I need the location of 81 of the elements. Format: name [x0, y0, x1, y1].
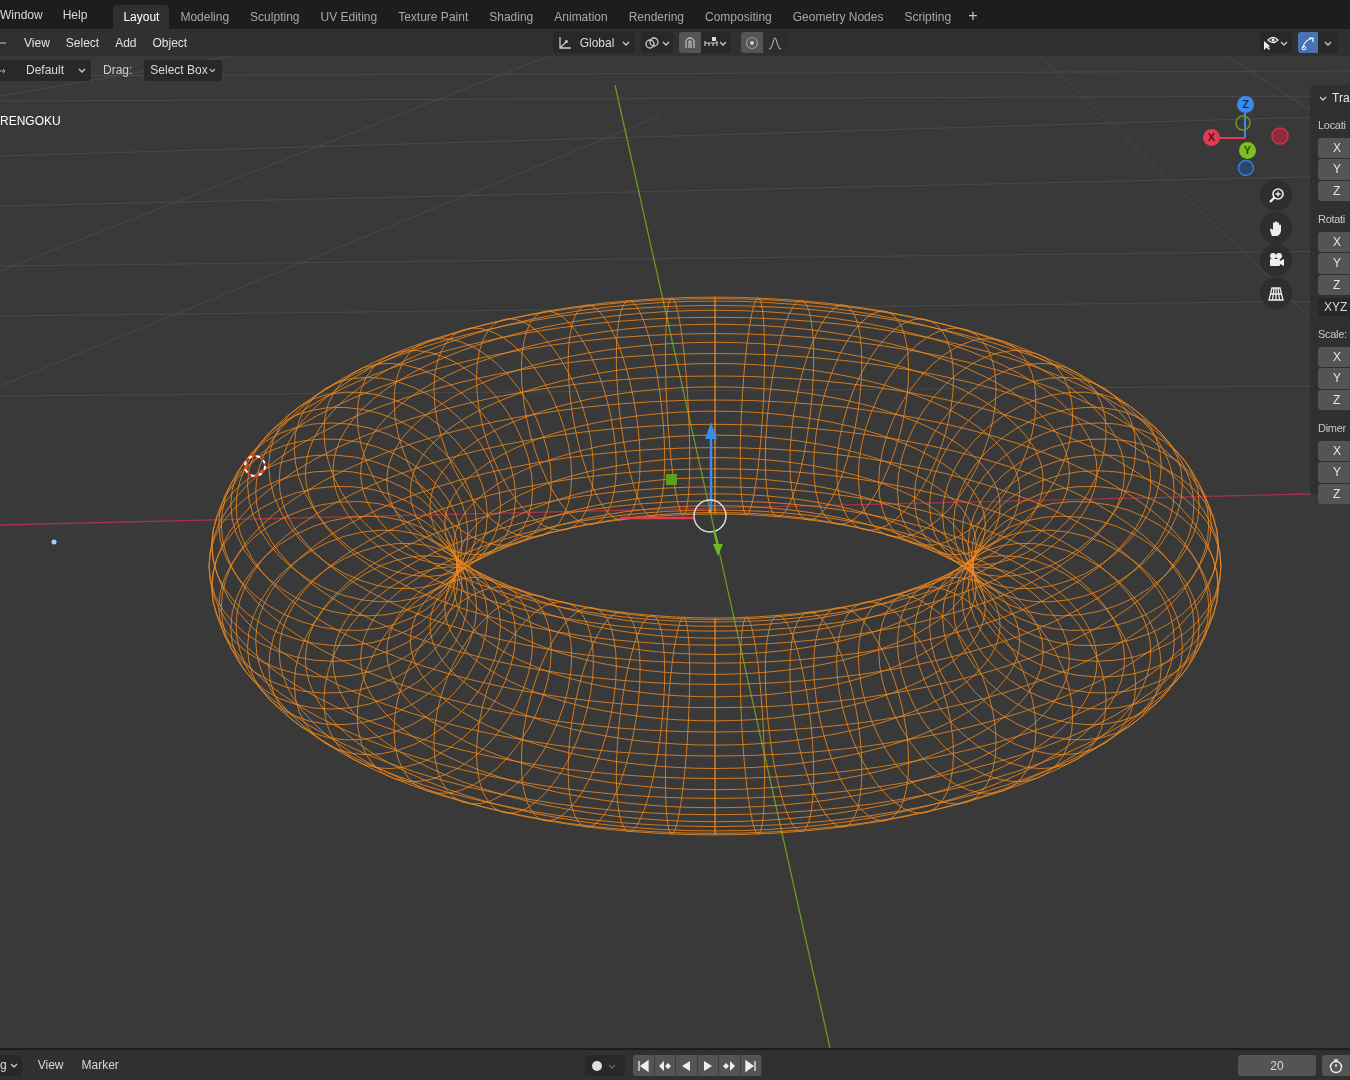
editor-mode-dropdown[interactable]: g: [0, 1054, 22, 1076]
cursor-3d-icon: [244, 455, 266, 477]
rotation-mode-dropdown[interactable]: XYZ: [1318, 298, 1350, 316]
menu-item[interactable]: Object: [144, 33, 196, 52]
number-field[interactable]: X: [1318, 346, 1350, 367]
workspace-tab[interactable]: Layout: [113, 5, 170, 29]
navigation-button[interactable]: [1260, 211, 1292, 244]
drag-dropdown[interactable]: Select Box: [144, 59, 223, 81]
menu-item[interactable]: View: [33, 1056, 68, 1074]
workspace-tab[interactable]: Shading: [479, 5, 544, 29]
falloff-curve-icon: [768, 35, 784, 50]
orientation-dropdown[interactable]: Default: [0, 59, 91, 81]
field-label: Drag:: [103, 62, 133, 79]
number-field[interactable]: Z: [1318, 274, 1350, 295]
workspace-tab[interactable]: Compositing: [695, 5, 782, 29]
camera-icon: [1267, 251, 1285, 269]
current-frame-field[interactable]: 20: [1238, 1055, 1316, 1076]
panel-title[interactable]: Tra: [1332, 89, 1350, 107]
jump-start-icon: [636, 1058, 651, 1073]
negative-axis-handle[interactable]: [1237, 159, 1255, 177]
snap-toggle[interactable]: [679, 32, 701, 53]
orientation-label: Global: [579, 34, 615, 52]
menu-item[interactable]: Window: [0, 5, 57, 24]
negative-axis-handle[interactable]: [1235, 115, 1251, 131]
workspace-tab[interactable]: Scripting: [894, 5, 962, 29]
section-label: Rotati: [1318, 212, 1345, 227]
number-field[interactable]: Y: [1318, 368, 1350, 389]
number-field[interactable]: Y: [1318, 462, 1350, 483]
drag-value: Select Box: [150, 62, 208, 79]
zoom-icon: [1267, 186, 1285, 204]
z-axis-handle[interactable]: Z: [1237, 96, 1254, 113]
pivot-dropdown[interactable]: [641, 32, 673, 53]
section-label: Scale:: [1318, 327, 1347, 342]
workspace-tab[interactable]: Modeling: [170, 5, 240, 29]
selectability-dropdown[interactable]: [1260, 32, 1292, 53]
navigation-button[interactable]: [1260, 244, 1292, 276]
record-icon: [591, 1059, 603, 1072]
menu-item[interactable]: Marker: [77, 1056, 123, 1074]
eye-cursor-icon: [1263, 34, 1279, 51]
axes-icon: [557, 34, 573, 51]
link-icon: [643, 34, 660, 51]
workspace-tab[interactable]: UV Editing: [310, 5, 388, 29]
number-field[interactable]: Y: [1318, 253, 1350, 274]
jump-end-icon: [743, 1058, 758, 1073]
dropdown-label: g: [0, 1057, 7, 1074]
number-field[interactable]: Y: [1318, 159, 1350, 180]
section-label: Locati: [1318, 118, 1346, 133]
proportional-edit-toggle[interactable]: [741, 32, 763, 53]
number-field[interactable]: Z: [1318, 389, 1350, 410]
object-name: RENGOKU: [0, 113, 61, 130]
number-field[interactable]: X: [1318, 231, 1350, 252]
menu-item[interactable]: Add: [107, 33, 145, 52]
workspace-tab[interactable]: Geometry Nodes: [782, 5, 894, 29]
menu-item[interactable]: View: [16, 33, 58, 52]
add-workspace-button[interactable]: +: [962, 3, 984, 28]
y-axis-handle[interactable]: Y: [1239, 142, 1256, 159]
menu-item[interactable]: Select: [57, 33, 108, 52]
negative-axis-handle[interactable]: [1271, 127, 1289, 145]
number-field[interactable]: X: [1318, 440, 1350, 461]
target-icon: [745, 35, 759, 50]
orientation-dropdown[interactable]: Global: [553, 32, 635, 53]
workspace-tab[interactable]: Animation: [544, 5, 618, 29]
light-dot: [51, 539, 57, 545]
playback-options-button[interactable]: [1322, 1055, 1350, 1076]
number-field[interactable]: Z: [1318, 180, 1350, 201]
next-keyframe-icon: [722, 1058, 737, 1073]
number-field[interactable]: Z: [1318, 483, 1350, 504]
auto-keying-toggle[interactable]: [585, 1055, 625, 1076]
navigation-button[interactable]: [1260, 276, 1292, 309]
stopwatch-icon: [1328, 1057, 1344, 1074]
magnet-icon: [682, 34, 698, 51]
orientation-label: Default: [25, 62, 65, 79]
workspace-tab[interactable]: Rendering: [618, 5, 695, 29]
workspace-tab[interactable]: Sculpting: [240, 5, 310, 29]
navigation-button[interactable]: [1260, 179, 1292, 211]
workspace-tab[interactable]: Texture Paint: [388, 5, 479, 29]
number-field[interactable]: X: [1318, 137, 1350, 158]
section-label: Dimer: [1318, 421, 1346, 436]
gizmo-toggle[interactable]: [1298, 32, 1318, 53]
menu-item[interactable]: Help: [56, 5, 94, 24]
arc-arrow-icon: [1300, 34, 1316, 51]
